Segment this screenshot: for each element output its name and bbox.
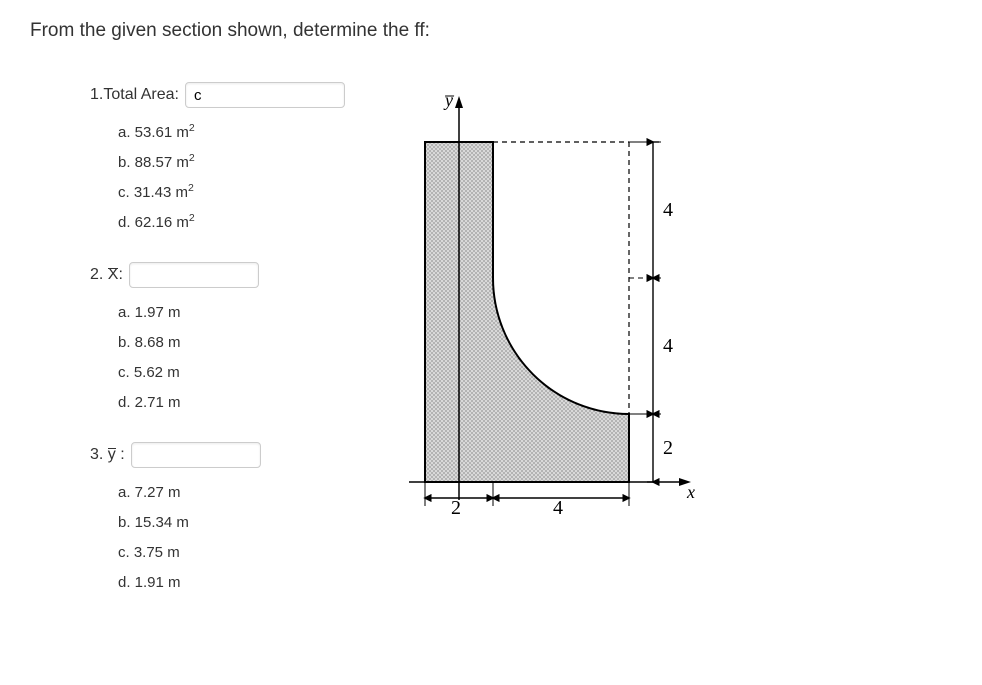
questions-column: 1.Total Area: a. 53.61 m2 b. 88.57 m2 c.… bbox=[30, 82, 345, 622]
q1-option-c: c. 31.43 m2 bbox=[118, 178, 345, 208]
q1-answer-input[interactable] bbox=[185, 82, 345, 108]
dim-bottom-height: 2 bbox=[663, 437, 673, 459]
q3-answer-input[interactable] bbox=[131, 442, 261, 468]
q2-label: 2. X: bbox=[90, 266, 123, 284]
q3-option-b: b. 15.34 m bbox=[118, 508, 345, 538]
section-figure: y̅ x 4 4 2 bbox=[385, 82, 705, 562]
x-axis-label: x bbox=[686, 482, 695, 502]
dim-left-width: 2 bbox=[451, 497, 461, 519]
q1-label: 1.Total Area: bbox=[90, 86, 179, 104]
q2-option-c: c. 5.62 m bbox=[118, 358, 345, 388]
section-shape bbox=[425, 142, 629, 482]
question-prompt: From the given section shown, determine … bbox=[30, 20, 952, 42]
q2-options: a. 1.97 m b. 8.68 m c. 5.62 m d. 2.71 m bbox=[90, 298, 345, 418]
q3-option-d: d. 1.91 m bbox=[118, 568, 345, 598]
dim-top-height: 4 bbox=[663, 199, 673, 221]
q2-option-a: a. 1.97 m bbox=[118, 298, 345, 328]
q3-label: 3. y : bbox=[90, 446, 125, 464]
question-3: 3. y : a. 7.27 m b. 15.34 m c. 3.75 m d.… bbox=[90, 442, 345, 598]
q1-option-a: a. 53.61 m2 bbox=[118, 118, 345, 148]
dim-mid-height: 4 bbox=[663, 335, 673, 357]
dim-right-width: 4 bbox=[553, 497, 563, 519]
q2-option-b: b. 8.68 m bbox=[118, 328, 345, 358]
question-2: 2. X: a. 1.97 m b. 8.68 m c. 5.62 m d. 2… bbox=[90, 262, 345, 418]
q3-option-a: a. 7.27 m bbox=[118, 478, 345, 508]
q2-answer-input[interactable] bbox=[129, 262, 259, 288]
q3-options: a. 7.27 m b. 15.34 m c. 3.75 m d. 1.91 m bbox=[90, 478, 345, 598]
q2-option-d: d. 2.71 m bbox=[118, 388, 345, 418]
content-row: 1.Total Area: a. 53.61 m2 b. 88.57 m2 c.… bbox=[30, 82, 952, 622]
q3-option-c: c. 3.75 m bbox=[118, 538, 345, 568]
question-1: 1.Total Area: a. 53.61 m2 b. 88.57 m2 c.… bbox=[90, 82, 345, 238]
q1-option-d: d. 62.16 m2 bbox=[118, 208, 345, 238]
q1-option-b: b. 88.57 m2 bbox=[118, 148, 345, 178]
q1-options: a. 53.61 m2 b. 88.57 m2 c. 31.43 m2 d. 6… bbox=[90, 118, 345, 238]
y-axis-label: y̅ bbox=[443, 90, 455, 110]
